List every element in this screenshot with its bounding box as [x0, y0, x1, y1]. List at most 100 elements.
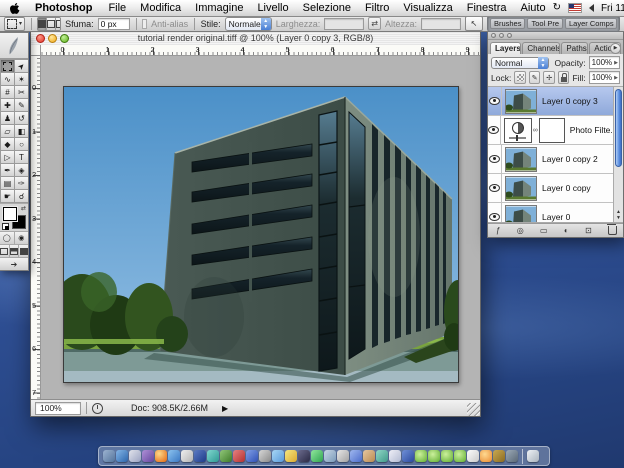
menu-visualizza[interactable]: Visualizza [396, 0, 459, 16]
input-language-flag-icon[interactable] [568, 3, 582, 13]
volume-icon[interactable] [589, 4, 594, 12]
layer-mask-thumbnail[interactable] [539, 118, 565, 143]
tool-zoom[interactable]: ☌ [15, 190, 28, 202]
layer-row-layer-0[interactable]: Layer 0 [488, 203, 623, 223]
default-colors-icon[interactable] [2, 223, 9, 230]
dock-icon[interactable] [480, 450, 492, 462]
delete-layer-button[interactable] [608, 226, 617, 235]
layer-thumbnail[interactable] [505, 205, 537, 224]
dock-icon[interactable] [207, 450, 219, 462]
dock-icon[interactable] [402, 450, 414, 462]
tool-dodge[interactable]: ○ [15, 138, 28, 150]
layer-thumbnail[interactable] [505, 176, 537, 201]
new-layer-set-button[interactable]: ▭ [540, 226, 548, 235]
tool-lasso[interactable]: ∿ [1, 73, 14, 85]
dock-icon[interactable] [298, 450, 310, 462]
screen-mode-standard-button[interactable] [0, 245, 10, 257]
lock-transparency-button[interactable] [514, 71, 526, 84]
dock-icon[interactable] [415, 450, 427, 462]
canvas-image[interactable] [63, 86, 459, 383]
layer-thumbnail[interactable] [505, 89, 537, 114]
canvas-area[interactable] [41, 56, 480, 400]
dock-icon[interactable] [168, 450, 180, 462]
dock-icon[interactable] [506, 450, 518, 462]
dock-icon[interactable] [142, 450, 154, 462]
dock-icon[interactable] [389, 450, 401, 462]
style-select[interactable]: Normale ▲▼ [225, 17, 272, 31]
visibility-eye-icon[interactable] [489, 213, 500, 221]
visibility-eye-icon[interactable] [489, 97, 500, 105]
tool-move[interactable]: ➤ [15, 60, 28, 72]
tool-magic-wand[interactable]: ✶ [15, 73, 28, 85]
layer-row-layer-0-copy-2[interactable]: Layer 0 copy 2 [488, 145, 623, 174]
dock-icon[interactable] [194, 450, 206, 462]
subtract-from-selection-button[interactable] [56, 18, 61, 30]
visibility-eye-icon[interactable] [489, 155, 500, 163]
apple-menu-icon[interactable] [0, 2, 28, 15]
quick-mask-mode-button[interactable]: ◉ [15, 232, 29, 244]
tool-eraser[interactable]: ▱ [1, 125, 14, 137]
tab-layers[interactable]: Layers [490, 42, 521, 54]
well-tab-brushes[interactable]: Brushes [490, 18, 526, 29]
tool-healing-brush[interactable]: ✚ [1, 99, 14, 111]
menu-clock[interactable]: Fri 11:42 AM [601, 3, 624, 14]
width-input[interactable] [324, 18, 364, 30]
dock-icon[interactable] [129, 450, 141, 462]
dock-icon[interactable] [181, 450, 193, 462]
dock-icon[interactable] [233, 450, 245, 462]
dock-icon[interactable] [337, 450, 349, 462]
menu-finestra[interactable]: Finestra [460, 0, 514, 16]
palette-zoom-button[interactable] [507, 33, 512, 38]
swap-colors-icon[interactable]: ⇄ [21, 205, 26, 212]
height-input[interactable] [421, 18, 461, 30]
dock-icon[interactable] [454, 450, 466, 462]
toolbox-header[interactable] [0, 33, 28, 59]
opacity-field[interactable]: 100% ▶ [589, 56, 620, 69]
dock-icon[interactable] [311, 450, 323, 462]
tool-gradient[interactable]: ◧ [15, 125, 28, 137]
menu-selezione[interactable]: Selezione [296, 0, 358, 16]
document-title-bar[interactable]: tutorial render original.tiff @ 100% (La… [31, 31, 480, 46]
dock-icon[interactable] [116, 450, 128, 462]
dock-icon[interactable] [441, 450, 453, 462]
new-selection-button[interactable] [38, 18, 47, 30]
tool-pen[interactable]: ✒ [1, 164, 14, 176]
menu-modifica[interactable]: Modifica [133, 0, 188, 16]
tab-paths[interactable]: Paths [561, 42, 588, 54]
blend-mode-select[interactable]: Normal ▲▼ [491, 57, 549, 69]
tab-channels[interactable]: Channels [522, 42, 560, 54]
dock-icon[interactable] [259, 450, 271, 462]
status-menu-arrow-icon[interactable]: ▶ [222, 404, 228, 413]
menu-filtro[interactable]: Filtro [358, 0, 396, 16]
dock-trash-icon[interactable] [527, 450, 539, 462]
tool-rectangular-marquee[interactable] [1, 60, 14, 72]
tool-blur[interactable]: ◆ [1, 138, 14, 150]
menu-livello[interactable]: Livello [250, 0, 295, 16]
file-browser-button[interactable]: ↖ [465, 16, 483, 31]
layer-row-layer-0-copy[interactable]: Layer 0 copy [488, 174, 623, 203]
tool-hand[interactable]: ☛ [1, 190, 14, 202]
foreground-color-swatch[interactable] [3, 207, 17, 221]
new-adjustment-layer-button[interactable]: ◐ [564, 226, 569, 235]
lock-position-button[interactable]: ✢ [543, 71, 555, 84]
visibility-eye-icon[interactable] [488, 126, 499, 134]
standard-mode-button[interactable]: ◯ [0, 232, 15, 244]
dock-icon[interactable] [246, 450, 258, 462]
zoom-window-button[interactable] [60, 34, 69, 43]
layer-thumbnail[interactable] [505, 147, 537, 172]
tool-history-brush[interactable]: ↺ [15, 112, 28, 124]
scrollbar-thumb[interactable] [615, 89, 622, 167]
tool-custom-shape[interactable]: ◈ [15, 164, 28, 176]
layer-row-layer-0-copy-3[interactable]: Layer 0 copy 3 [488, 87, 623, 116]
minimize-button[interactable] [48, 34, 57, 43]
tool-slice[interactable]: ✂ [15, 86, 28, 98]
dock-icon[interactable] [285, 450, 297, 462]
swap-dimensions-button[interactable]: ⇄ [368, 17, 381, 30]
tool-type[interactable]: T [15, 151, 28, 163]
dock-icon[interactable] [324, 450, 336, 462]
dock-icon[interactable] [428, 450, 440, 462]
jump-to-imageready-button[interactable]: ➔ [0, 257, 28, 270]
tool-path-selection[interactable]: ▷ [1, 151, 14, 163]
window-resize-grip[interactable] [467, 403, 480, 416]
antialias-checkbox[interactable] [142, 19, 147, 29]
